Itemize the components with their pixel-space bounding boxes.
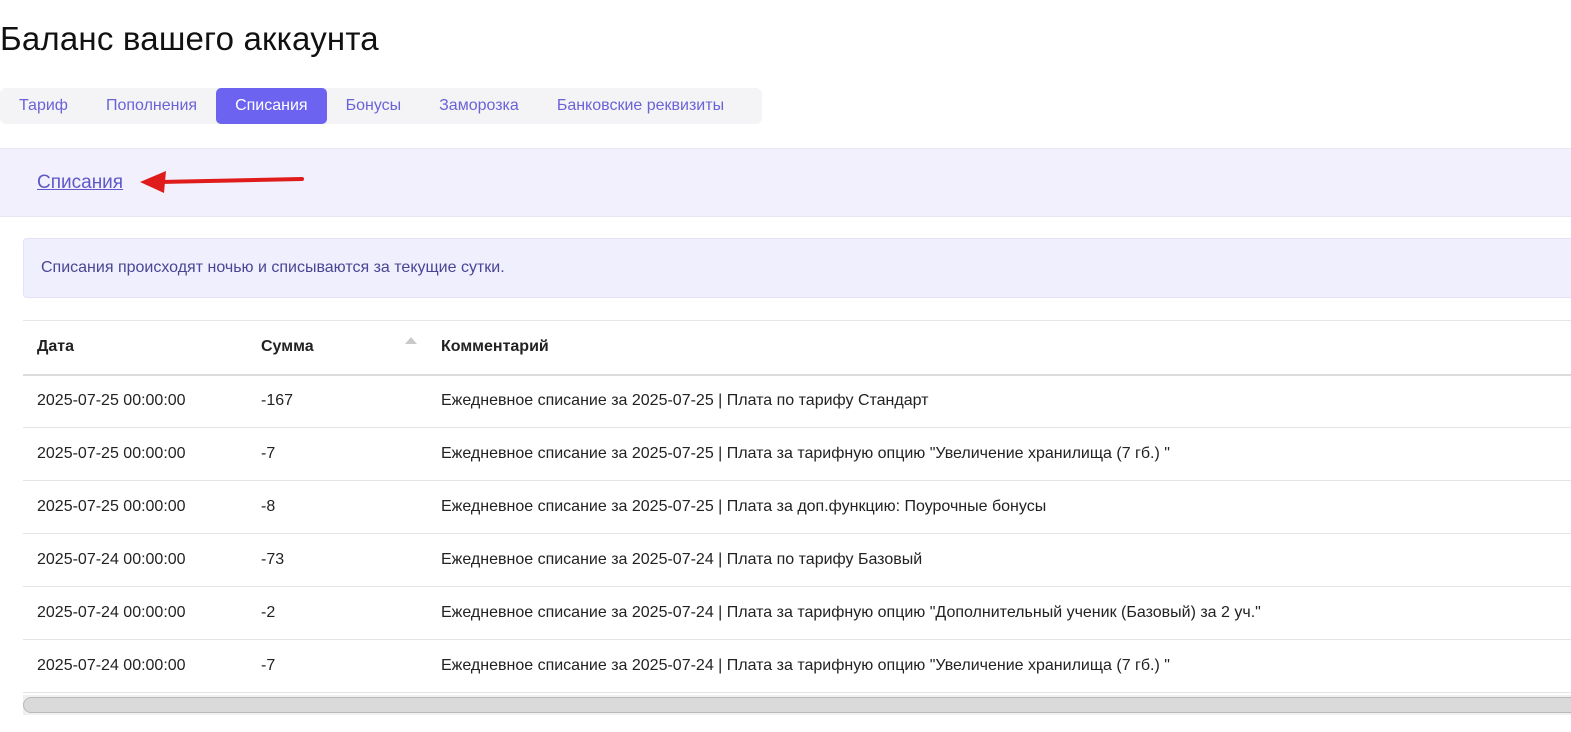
- table-row: 2025-07-24 00:00:00 -2 Ежедневное списан…: [23, 586, 1571, 640]
- cell-comment: Ежедневное списание за 2025-07-24 | Плат…: [427, 533, 1571, 587]
- cell-date: 2025-07-24 00:00:00: [23, 586, 247, 640]
- tabs-bar: Тариф Пополнения Списания Бонусы Замороз…: [0, 88, 762, 124]
- cell-date: 2025-07-24 00:00:00: [23, 639, 247, 693]
- horizontal-scrollbar[interactable]: [23, 695, 1571, 715]
- cell-comment: Ежедневное списание за 2025-07-25 | Плат…: [427, 427, 1571, 481]
- tab-topups[interactable]: Пополнения: [87, 88, 216, 124]
- table-row: 2025-07-25 00:00:00 -167 Ежедневное спис…: [23, 374, 1571, 428]
- info-alert: Списания происходят ночью и списываются …: [23, 238, 1571, 298]
- red-arrow-icon: [140, 171, 304, 193]
- column-header-comment[interactable]: Комментарий: [427, 320, 1571, 376]
- cell-date: 2025-07-25 00:00:00: [23, 480, 247, 534]
- charges-table: Дата Сумма Комментарий 2025-07-25 00:00:…: [23, 320, 1571, 693]
- charges-table-container: Дата Сумма Комментарий 2025-07-25 00:00:…: [23, 320, 1571, 693]
- scrollbar-thumb[interactable]: [23, 697, 1571, 713]
- cell-comment: Ежедневное списание за 2025-07-25 | Плат…: [427, 374, 1571, 428]
- cell-comment: Ежедневное списание за 2025-07-24 | Плат…: [427, 586, 1571, 640]
- cell-date: 2025-07-25 00:00:00: [23, 374, 247, 428]
- table-row: 2025-07-25 00:00:00 -8 Ежедневное списан…: [23, 480, 1571, 534]
- tab-freeze[interactable]: Заморозка: [420, 88, 538, 124]
- cell-sum: -7: [247, 639, 427, 693]
- charges-section-link[interactable]: Списания: [37, 172, 123, 194]
- column-header-sum[interactable]: Сумма: [247, 320, 427, 376]
- cell-date: 2025-07-24 00:00:00: [23, 533, 247, 587]
- page: Баланс вашего аккаунта Тариф Пополнения …: [0, 0, 1571, 732]
- column-header-date[interactable]: Дата: [23, 320, 247, 376]
- cell-sum: -2: [247, 586, 427, 640]
- table-row: 2025-07-24 00:00:00 -7 Ежедневное списан…: [23, 639, 1571, 693]
- cell-sum: -167: [247, 374, 427, 428]
- cell-comment: Ежедневное списание за 2025-07-25 | Плат…: [427, 480, 1571, 534]
- cell-sum: -73: [247, 533, 427, 587]
- tab-charges[interactable]: Списания: [216, 88, 327, 124]
- info-text: Списания происходят ночью и списываются …: [41, 259, 505, 276]
- tab-tariff[interactable]: Тариф: [0, 88, 87, 124]
- sort-asc-icon[interactable]: [405, 337, 417, 344]
- page-title: Баланс вашего аккаунта: [0, 20, 379, 57]
- cell-sum: -7: [247, 427, 427, 481]
- cell-date: 2025-07-25 00:00:00: [23, 427, 247, 481]
- table-row: 2025-07-24 00:00:00 -73 Ежедневное списа…: [23, 533, 1571, 587]
- table-header-row: Дата Сумма Комментарий: [23, 320, 1571, 376]
- cell-sum: -8: [247, 480, 427, 534]
- tab-bonuses[interactable]: Бонусы: [327, 88, 421, 124]
- table-row: 2025-07-25 00:00:00 -7 Ежедневное списан…: [23, 427, 1571, 481]
- column-header-sum-label: Сумма: [261, 338, 314, 356]
- cell-comment: Ежедневное списание за 2025-07-24 | Плат…: [427, 639, 1571, 693]
- tab-bank-details[interactable]: Банковские реквизиты: [538, 88, 743, 124]
